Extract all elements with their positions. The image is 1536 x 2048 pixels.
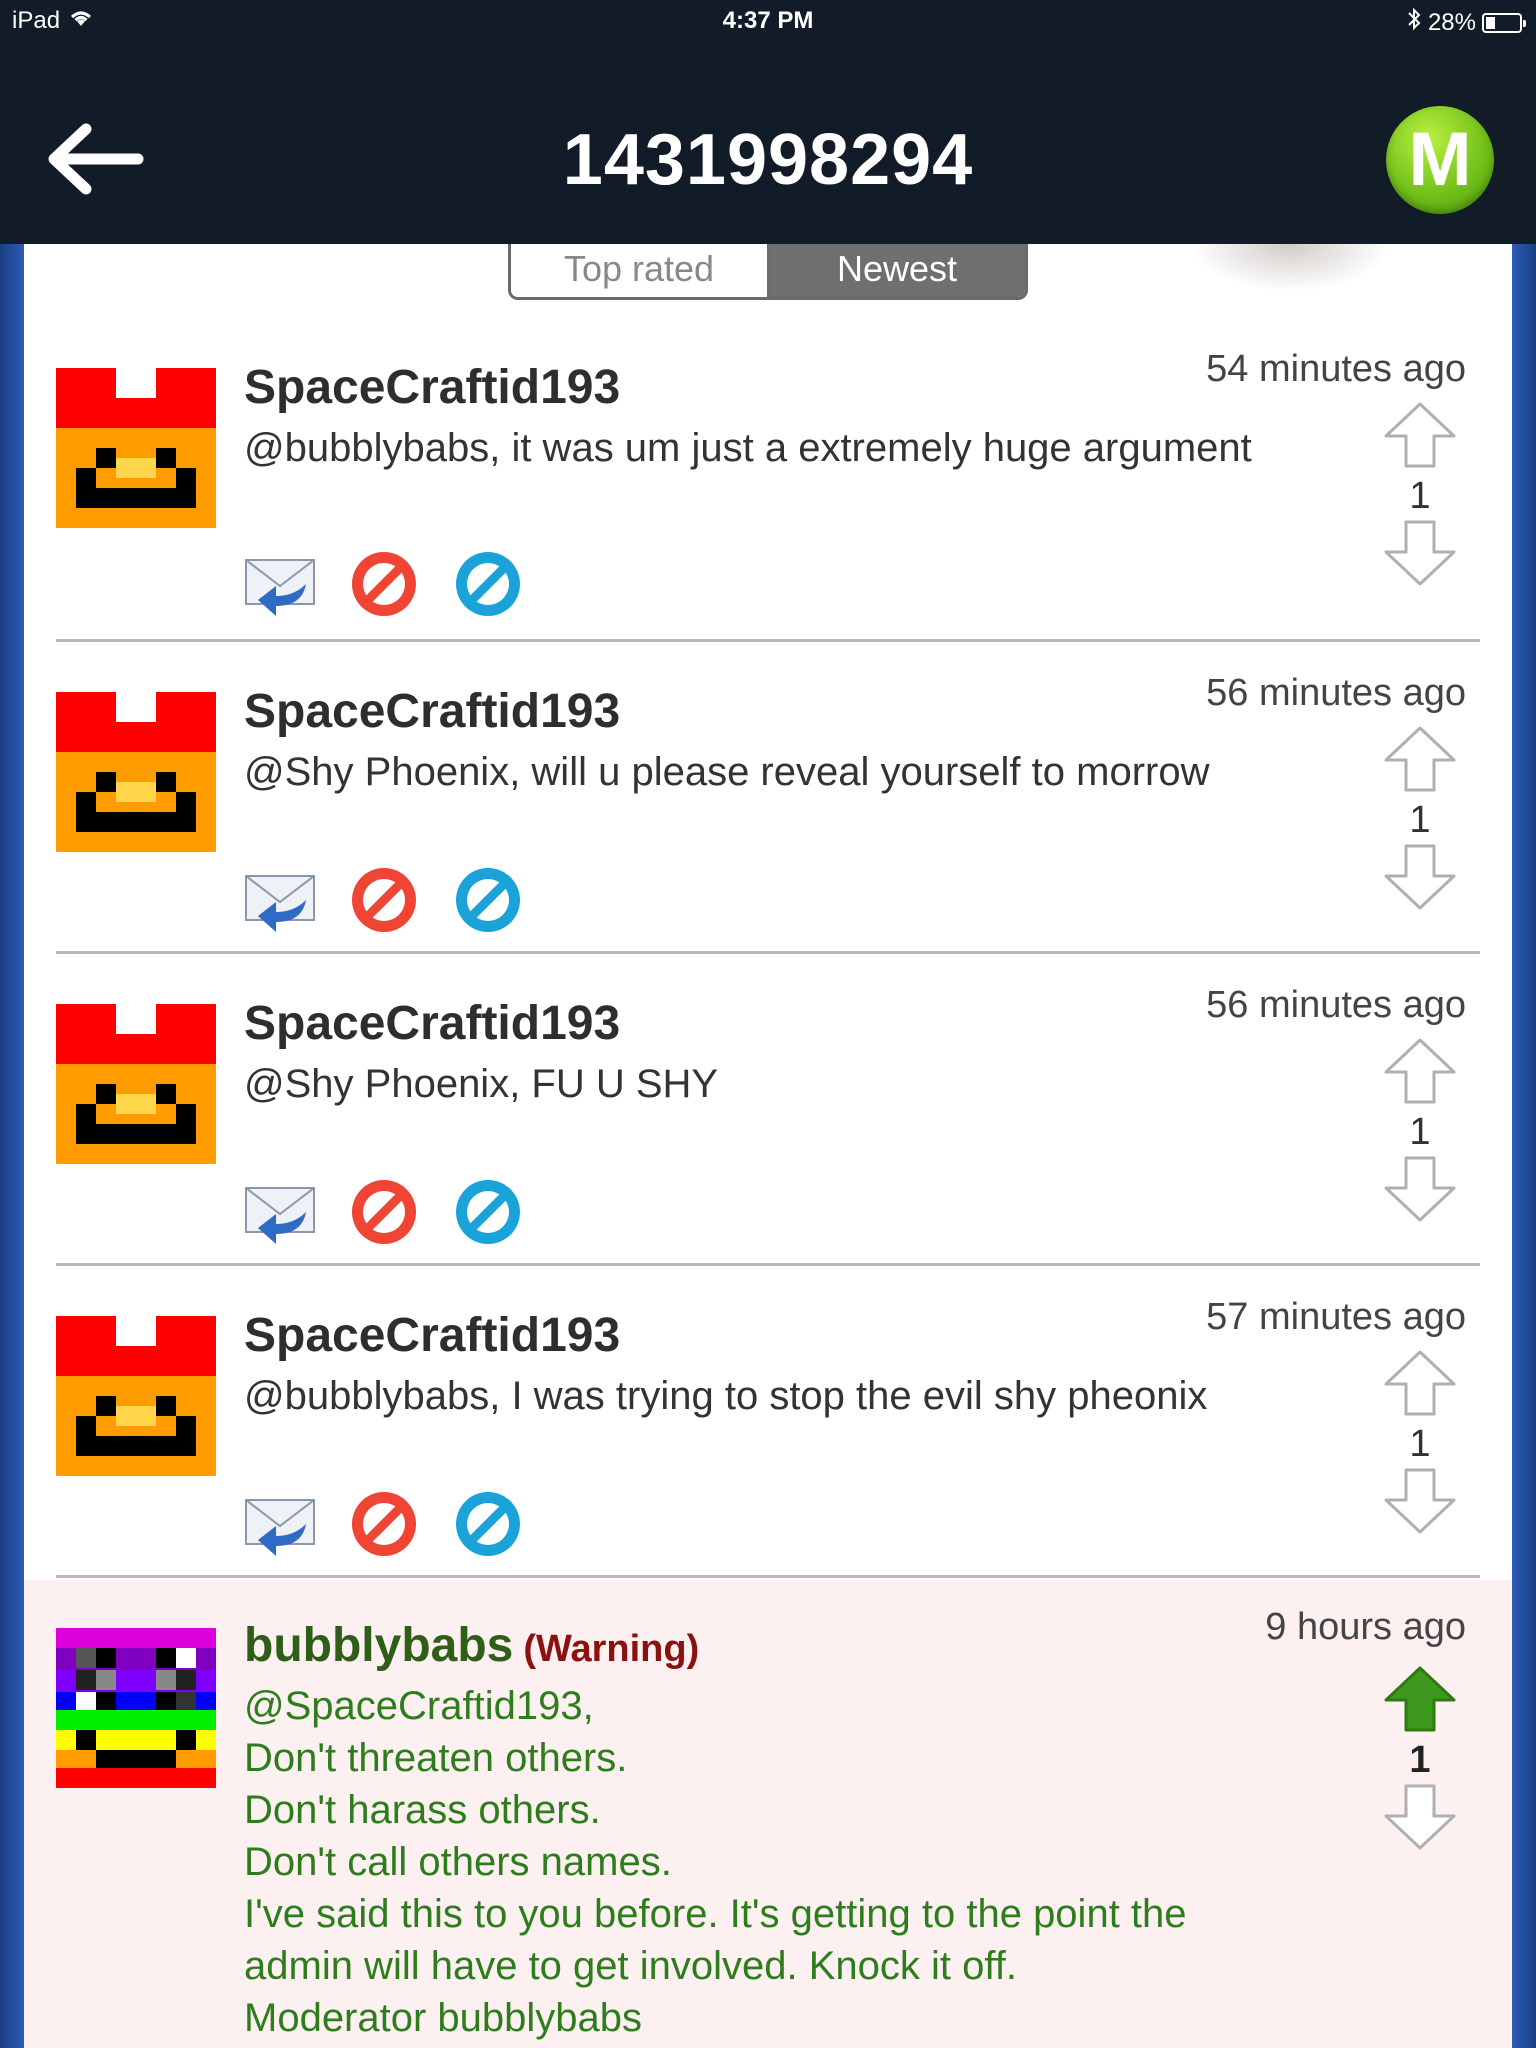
nav-bar: 1431998294 M [0,44,1536,244]
avatar[interactable] [56,368,216,528]
reply-mail-icon[interactable] [244,1176,316,1248]
comment-time: 57 minutes ago [1206,1296,1466,1338]
comment-line: Don't call others names. [244,1840,672,1884]
comment-item: SpaceCraftid193 57 minutes ago @bubblyba… [24,1266,1512,1578]
avatar[interactable] [56,1316,216,1476]
block-blue-icon[interactable] [452,864,524,936]
comment-text: @bubblybabs, I was trying to stop the ev… [244,1374,1208,1418]
comment-text: @Shy Phoenix, FU U SHY [244,1062,719,1106]
vote-widget: 1 [1380,400,1460,593]
moderator-username[interactable]: bubblybabs [244,1619,513,1672]
divider [56,1575,1480,1578]
block-blue-icon[interactable] [452,1488,524,1560]
comment-time: 56 minutes ago [1206,672,1466,714]
vote-count: 1 [1409,1423,1431,1465]
vote-count: 1 [1409,799,1431,841]
decorative-shadow [1190,244,1390,292]
comment-text: @SpaceCraftid193, Don't threaten others.… [244,1680,1304,2044]
tab-top-rated[interactable]: Top rated [511,244,769,297]
comment-actions [244,864,524,936]
status-time: 4:37 PM [722,7,814,34]
comment-actions [244,548,524,620]
arrow-down-icon[interactable] [1380,842,1460,912]
vote-widget: 1 [1380,1348,1460,1541]
comment-time: 9 hours ago [1265,1606,1466,1648]
comment-username[interactable]: SpaceCraftid193 [244,1308,620,1363]
battery-icon [1482,12,1526,33]
vote-count: 1 [1409,475,1431,517]
arrow-up-icon[interactable] [1380,724,1460,794]
arrow-down-icon[interactable] [1380,518,1460,588]
comment-line: Don't threaten others. [244,1736,628,1780]
comment-line: @SpaceCraftid193, [244,1684,594,1728]
comment-time: 54 minutes ago [1206,348,1466,390]
comment-line: Moderator bubblybabs [244,1996,643,2040]
reply-mail-icon[interactable] [244,1488,316,1560]
moderator-comment: bubblybabs (Warning) 9 hours ago @SpaceCr… [24,1580,1512,2048]
comment-username[interactable]: SpaceCraftid193 [244,684,620,739]
flag-red-icon[interactable] [348,548,420,620]
arrow-up-icon[interactable] [1380,1036,1460,1106]
comment-text: @Shy Phoenix, will u please reveal yours… [244,750,1210,794]
avatar[interactable] [56,1628,216,1788]
comment-item: SpaceCraftid193 56 minutes ago @Shy Phoe… [24,642,1512,954]
comment-username[interactable]: SpaceCraftid193 [244,360,620,415]
arrow-down-icon[interactable] [1380,1154,1460,1224]
avatar[interactable] [56,1004,216,1164]
comment-line: I've said this to you before. It's getti… [244,1892,1187,1936]
avatar[interactable] [56,692,216,852]
battery-percent: 28% [1427,8,1476,36]
comment-username[interactable]: SpaceCraftid193 [244,996,620,1051]
comment-line: Don't harass others. [244,1788,601,1832]
arrow-up-icon[interactable] [1380,1348,1460,1418]
flag-red-icon[interactable] [348,864,420,936]
vote-widget: 1 [1380,1036,1460,1229]
sort-segmented-control: Top rated Newest [508,244,1028,300]
page-title: 1431998294 [562,120,974,200]
warning-tag: (Warning) [523,1628,700,1670]
flag-red-icon[interactable] [348,1488,420,1560]
vote-count: 1 [1409,1739,1431,1781]
m-logo-icon[interactable]: M [1386,106,1494,214]
tab-newest[interactable]: Newest [769,244,1025,297]
comment-actions [244,1488,524,1560]
vote-widget: 1 [1380,724,1460,917]
block-blue-icon[interactable] [452,548,524,620]
bluetooth-icon [1406,7,1422,38]
arrow-down-icon[interactable] [1380,1782,1460,1852]
arrow-up-icon[interactable] [1380,400,1460,470]
vote-count: 1 [1409,1111,1431,1153]
status-bar: iPad 4:37 PM 28% [0,0,1536,44]
arrow-down-icon[interactable] [1380,1466,1460,1536]
comment-text: @bubblybabs, it was um just a extremely … [244,426,1252,470]
block-blue-icon[interactable] [452,1176,524,1248]
comment-actions [244,1176,524,1248]
comment-item: SpaceCraftid193 54 minutes ago @bubblyba… [24,340,1512,642]
comment-line: admin will have to get involved. Knock i… [244,1944,1018,1988]
flag-red-icon[interactable] [348,1176,420,1248]
status-right: 28% [1406,7,1526,38]
comment-time: 56 minutes ago [1206,984,1466,1026]
vote-widget: 1 [1380,1664,1460,1857]
comment-username: bubblybabs (Warning) [244,1618,699,1673]
arrow-up-icon[interactable] [1380,1664,1460,1734]
reply-mail-icon[interactable] [244,548,316,620]
reply-mail-icon[interactable] [244,864,316,936]
comment-item: SpaceCraftid193 56 minutes ago @Shy Phoe… [24,954,1512,1266]
